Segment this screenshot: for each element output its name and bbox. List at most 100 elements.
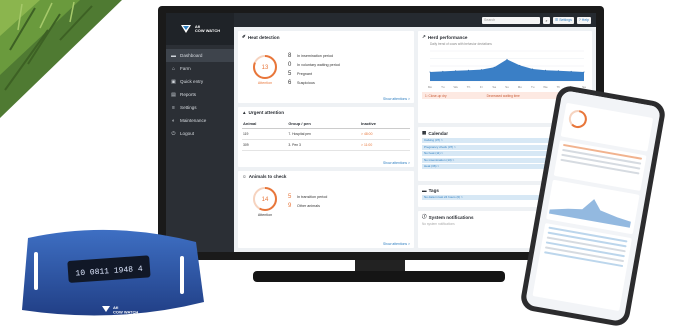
- app-logo[interactable]: Afi COW WATCH: [166, 13, 234, 45]
- sidebar-item-label: Logout: [180, 131, 195, 136]
- check-show-attentions-link[interactable]: Show attentions >: [383, 242, 410, 246]
- check-attention-ring[interactable]: 14 Attention: [252, 186, 278, 217]
- heat-detection-card: ✐ Heat detection 13 Attention 8 In insem…: [238, 31, 414, 103]
- sidebar-nav: ▬ Dashboard ⌂ Farm ▣ Quick entry ▤ Repor…: [166, 45, 234, 140]
- heat-stat[interactable]: 5 Pregnant: [288, 71, 340, 77]
- animals-to-check-card: ☺ Animals to check 14 Attention 5 In tra…: [238, 171, 414, 248]
- heat-attention-ring[interactable]: 13 Attention: [252, 54, 278, 85]
- sidebar-item-settings[interactable]: ≡ Settings: [166, 101, 234, 114]
- warning-icon: ▲: [242, 110, 247, 115]
- heat-attention-count: 13: [262, 65, 269, 71]
- heat-detection-title: Heat detection: [247, 34, 280, 40]
- heat-stat-list: 8 In insemination period 0 In voluntary wa…: [288, 53, 340, 86]
- phone-attention-ring-icon: [568, 110, 587, 129]
- notifications-title: System notifications: [428, 214, 474, 220]
- table-row[interactable]: 309 3. Pen 3 > 11:00: [242, 139, 410, 151]
- chart-point: [532, 68, 534, 70]
- maintenance-icon: ◐: [171, 117, 176, 124]
- chart-point: [506, 58, 508, 60]
- settings-icon: ☰: [555, 17, 559, 22]
- chart-point: [442, 70, 444, 72]
- check-stat[interactable]: 9 Other animals: [288, 203, 327, 209]
- chart-point: [455, 70, 457, 72]
- chart-point: [519, 64, 521, 66]
- logo-line-2: COW WATCH: [194, 28, 221, 33]
- chart-x-tick-label: Tu: [531, 85, 535, 89]
- animals-to-check-title: Animals to check: [248, 174, 287, 179]
- heat-icon: ✐: [242, 34, 246, 39]
- left-column: ✐ Heat detection 13 Attention 8 In insem…: [238, 31, 414, 248]
- sidebar-item-logout[interactable]: ⏻ Logout: [166, 127, 234, 140]
- reports-icon: ▤: [171, 91, 176, 98]
- urgent-attention-title: Urgent attention: [248, 110, 285, 115]
- sidebar-item-farm[interactable]: ⌂ Farm: [166, 62, 234, 75]
- heat-stat[interactable]: 6 Suspicious: [288, 80, 340, 86]
- sidebar-item-label: Reports: [180, 92, 197, 97]
- check-stat-list: 5 In transition period 9 Other animals: [288, 194, 327, 209]
- chart-x-tick-label: Fr: [480, 85, 483, 89]
- check-stat[interactable]: 5 In transition period: [288, 194, 327, 200]
- device-brand-line-2: COW WATCH: [113, 310, 138, 315]
- help-icon: ?: [578, 17, 581, 22]
- farm-icon: ⌂: [171, 65, 176, 72]
- sidebar-item-label: Farm: [180, 66, 191, 71]
- chart-point: [493, 66, 495, 68]
- heat-show-attentions-link[interactable]: Show attentions >: [383, 97, 410, 101]
- settings-button-label: Settings: [559, 17, 572, 22]
- sidebar-item-quick-entry[interactable]: ▣ Quick entry: [166, 75, 234, 88]
- tags-icon: ▬: [422, 188, 427, 193]
- cow-logo-icon: [180, 25, 191, 33]
- settings-button[interactable]: ☰ Settings: [553, 16, 574, 24]
- alert-mid-text: Decreased waiting time: [486, 93, 520, 98]
- check-attention-label: Attention: [257, 212, 273, 217]
- chart-x-tick-label: Mo: [518, 85, 522, 89]
- sidebar-item-maintenance[interactable]: ◐ Maintenance: [166, 114, 234, 127]
- chart-x-tick-label: Sa: [492, 85, 496, 89]
- product-scene: Afi COW WATCH ▬ Dashboard ⌂ Farm ▣ Quick…: [0, 0, 696, 329]
- chart-point: [429, 71, 431, 73]
- chart-point: [480, 69, 482, 71]
- attention-ring-icon: 13: [253, 54, 277, 79]
- monitor-stand-base: [253, 271, 505, 282]
- sidebar-item-reports[interactable]: ▤ Reports: [166, 88, 234, 101]
- help-button-label: Help: [581, 17, 589, 22]
- table-header-row: Animal Group / pen Inactive: [242, 119, 410, 129]
- chart-series-area: [430, 59, 584, 81]
- chart-x-tick-label: Tu: [441, 85, 445, 89]
- herd-performance-chart[interactable]: MoTuWeThFrSaSuMoTuWeThFrSa: [422, 48, 588, 90]
- chart-point: [557, 70, 559, 72]
- urgent-table: Animal Group / pen Inactive 119 7. Hospi…: [242, 119, 410, 151]
- column-header[interactable]: Inactive: [360, 119, 410, 129]
- urgent-show-attentions-link[interactable]: Show attentions >: [383, 161, 410, 165]
- herd-performance-title: Herd performance: [427, 34, 468, 40]
- sidebar-item-label: Maintenance: [180, 118, 207, 123]
- heat-stat[interactable]: 8 In insemination period: [288, 53, 340, 59]
- sidebar-item-dashboard[interactable]: ▬ Dashboard: [166, 49, 234, 62]
- calendar-icon: ▦: [422, 130, 427, 135]
- chart-x-tick-label: Mo: [428, 85, 432, 89]
- calendar-title: Calendar: [428, 130, 449, 136]
- attention-ring-icon: 14: [253, 186, 277, 211]
- cow-collar-device: 10 0811 1948 4 Afi COW WATCH: [22, 229, 204, 316]
- sidebar-item-label: Quick entry: [180, 79, 204, 84]
- column-header[interactable]: Group / pen: [287, 119, 361, 129]
- chart-point: [583, 71, 585, 73]
- urgent-attention-card: ▲ Urgent attention Animal Group / pen In…: [238, 107, 414, 167]
- help-button[interactable]: ? Help: [576, 16, 591, 24]
- search-icon[interactable]: ⌕: [543, 16, 551, 24]
- search-input[interactable]: Search: [482, 16, 541, 24]
- logout-icon: ⏻: [171, 130, 176, 137]
- chart-x-tick-label: Th: [467, 85, 471, 89]
- phone-card-calendar: [532, 222, 632, 312]
- chart-x-tick-label: We: [543, 85, 548, 89]
- check-icon: ☺: [242, 174, 247, 179]
- table-row[interactable]: 119 7. Hospital pen > 48:00: [242, 128, 410, 140]
- column-header[interactable]: Animal: [242, 119, 288, 129]
- heat-stat[interactable]: 0 In voluntary waiting period: [288, 62, 340, 68]
- topbar: Search ⌕ ☰ Settings ? Help: [234, 13, 596, 27]
- dashboard-screen: Afi COW WATCH ▬ Dashboard ⌂ Farm ▣ Quick…: [166, 13, 596, 252]
- chart-point: [545, 69, 546, 71]
- quick-entry-icon: ▣: [171, 78, 176, 85]
- info-icon: ⓘ: [422, 214, 427, 219]
- sidebar: Afi COW WATCH ▬ Dashboard ⌂ Farm ▣ Quick…: [166, 13, 234, 252]
